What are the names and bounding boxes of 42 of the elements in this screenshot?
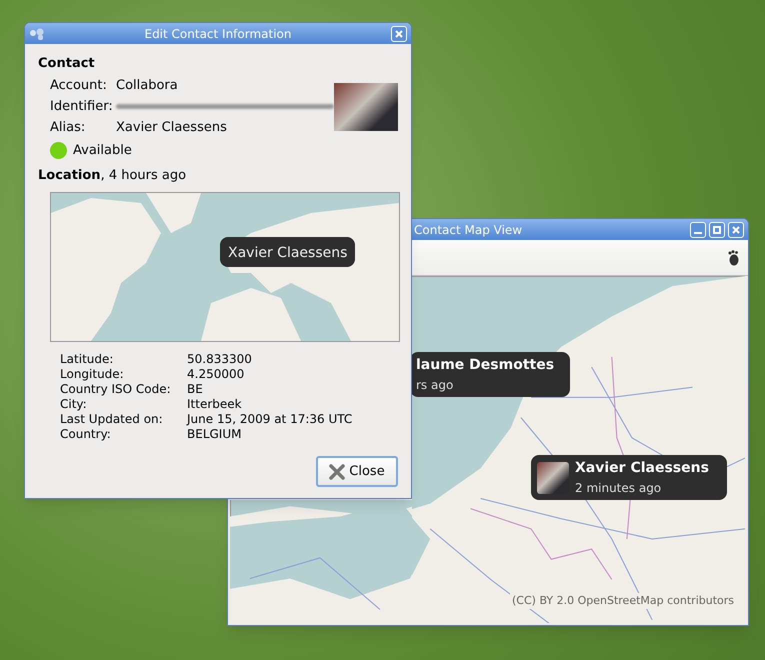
field-value: Xavier Claessens: [116, 118, 227, 137]
maximize-icon[interactable]: [709, 222, 725, 238]
section-heading: Contact: [38, 55, 96, 73]
detail-value: BE: [187, 382, 204, 396]
location-heading: Location, 4 hours ago: [38, 167, 188, 185]
detail-label: Longitude:: [60, 366, 125, 382]
footprint-icon[interactable]: [728, 250, 740, 266]
close-icon[interactable]: [391, 26, 407, 42]
field-label: Account:: [50, 76, 108, 95]
field-label: Alias:: [50, 118, 86, 137]
detail-label: Latitude:: [60, 352, 114, 366]
contact-bubble[interactable]: Xavier Claessens 2 minutes ago: [531, 455, 727, 500]
close-icon[interactable]: [728, 222, 744, 238]
detail-value: 4.250000: [187, 366, 246, 382]
contact-name: Xavier Claessens: [575, 459, 709, 478]
detail-label: Country ISO Code:: [60, 382, 172, 396]
close-icon: [329, 464, 346, 480]
contact-name: laume Desmottes: [416, 356, 554, 375]
last-seen-time: 2 minutes ago: [575, 480, 662, 497]
detail-value: Itterbeek: [187, 396, 243, 412]
contact-bubble[interactable]: Xavier Claessens: [220, 236, 356, 266]
window-title: Edit Contact Information: [143, 26, 293, 42]
detail-value: 50.833300: [187, 352, 253, 366]
map-attribution: (CC) BY 2.0 OpenStreetMap contributors: [510, 592, 736, 609]
window-title: Contact Map View: [413, 222, 524, 238]
contact-bubble[interactable]: laume Desmottes rs ago: [410, 352, 570, 397]
field-label: Identifier:: [50, 98, 114, 116]
avatar-photo-placeholder: [334, 82, 398, 130]
field-value: Collabora: [116, 76, 178, 95]
last-seen-time: rs ago: [416, 377, 454, 394]
people-icon: [29, 28, 45, 40]
detail-value: June 15, 2009 at 17:36 UTC: [187, 412, 354, 426]
close-button[interactable]: Close: [316, 456, 398, 487]
status-label: Available: [73, 142, 132, 160]
detail-label: Last Updated on:: [60, 412, 164, 426]
map-tile-drawing[interactable]: [230, 500, 412, 623]
detail-label: City:: [60, 396, 88, 412]
detail-value: BELGIUM: [187, 426, 242, 442]
avatar-photo-placeholder: [537, 462, 569, 494]
detail-label: Country:: [60, 426, 112, 442]
contact-name: Xavier Claessens: [228, 244, 348, 260]
minimize-icon[interactable]: [690, 222, 706, 238]
